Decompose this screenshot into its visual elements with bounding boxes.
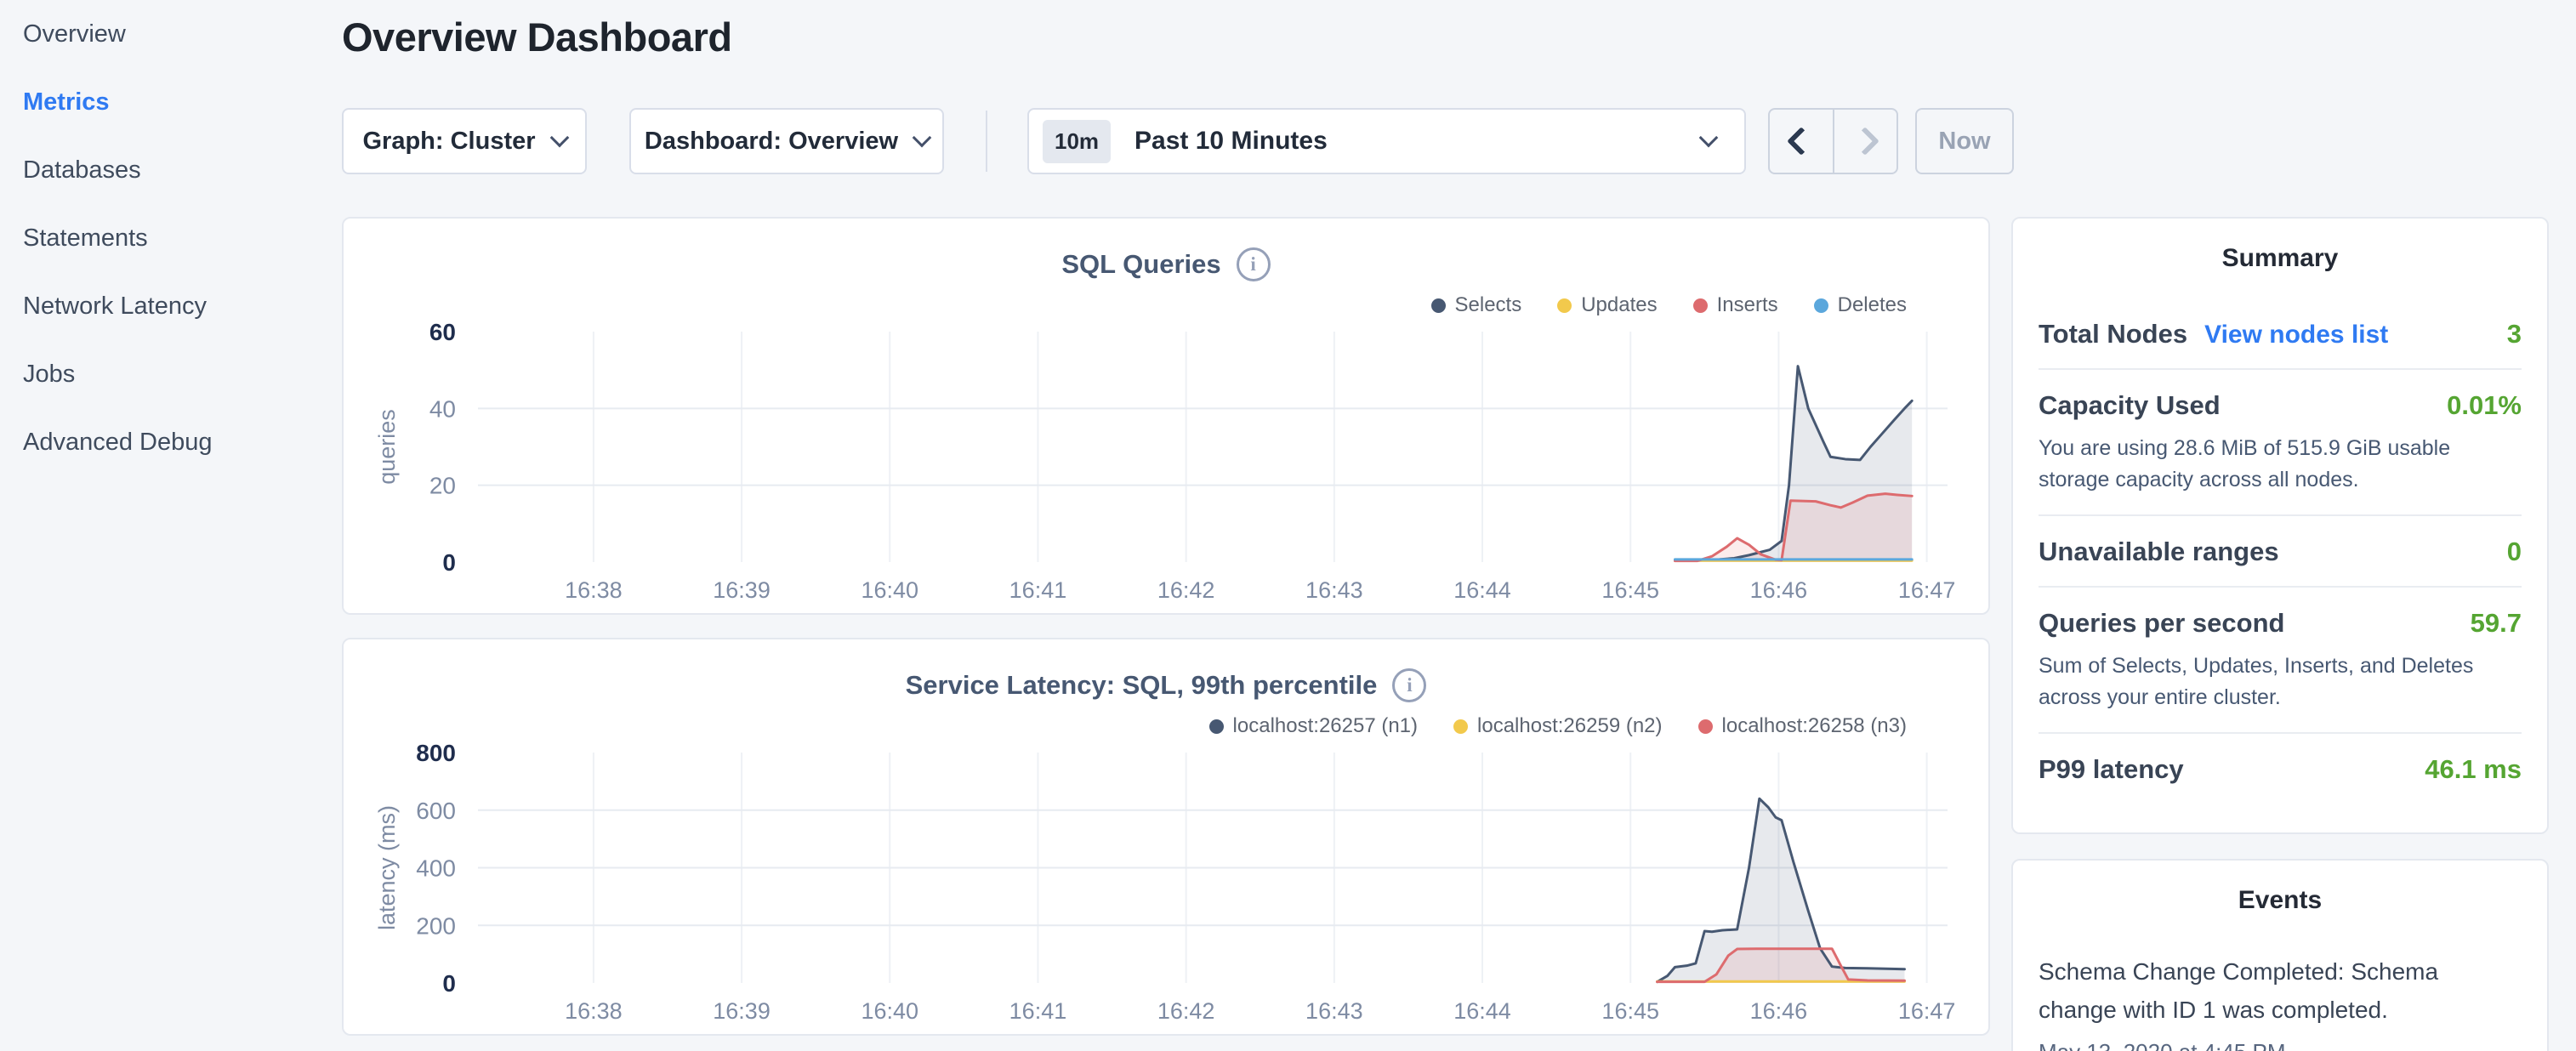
sidebar-item-jobs[interactable]: Jobs: [0, 340, 340, 408]
svg-text:200: 200: [416, 912, 456, 939]
sidebar-item-network-latency[interactable]: Network Latency: [0, 272, 340, 340]
summary-label: Unavailable ranges: [2039, 537, 2279, 567]
summary-value: 46.1 ms: [2425, 754, 2522, 785]
chart-plot[interactable]: 0 20 40 60 16:38 16:39 16:40 16:41 16:42 16:43 16:…: [344, 219, 1988, 613]
summary-title: Summary: [2039, 244, 2522, 273]
summary-value: 3: [2507, 319, 2522, 349]
svg-text:latency (ms): latency (ms): [374, 805, 400, 930]
next-range-button[interactable]: [1834, 110, 1897, 173]
dashboard-dropdown-label: Dashboard: Overview: [645, 128, 898, 156]
summary-label: Capacity Used: [2039, 390, 2221, 421]
svg-text:16:44: 16:44: [1453, 998, 1511, 1024]
svg-text:queries: queries: [374, 409, 400, 485]
summary-row-total-nodes: Total Nodes View nodes list 3: [2039, 298, 2522, 368]
summary-row-queries-per-second: Queries per second 59.7 Sum of Selects, …: [2039, 588, 2522, 732]
sidebar-item-metrics[interactable]: Metrics: [0, 68, 340, 136]
svg-text:800: 800: [416, 740, 456, 766]
svg-text:40: 40: [429, 395, 456, 422]
summary-label: Queries per second: [2039, 608, 2284, 639]
sidebar-item-statements[interactable]: Statements: [0, 204, 340, 272]
event-timestamp: May 13, 2020 at 4:45 PM: [2039, 1039, 2522, 1051]
svg-text:16:46: 16:46: [1750, 998, 1808, 1024]
service-latency-chart-panel: Service Latency: SQL, 99th percentile i …: [342, 638, 1990, 1036]
graph-dropdown[interactable]: Graph: Cluster: [342, 108, 587, 174]
svg-text:16:45: 16:45: [1601, 998, 1659, 1024]
events-panel: Events Schema Change Completed: Schema c…: [2011, 859, 2549, 1051]
svg-text:16:42: 16:42: [1157, 998, 1215, 1024]
chevron-down-icon: [1699, 128, 1719, 148]
svg-text:16:46: 16:46: [1750, 577, 1808, 603]
chevron-down-icon: [913, 128, 932, 148]
svg-text:0: 0: [442, 549, 456, 576]
svg-text:16:43: 16:43: [1305, 998, 1363, 1024]
chevron-right-icon: [1851, 127, 1879, 156]
svg-text:20: 20: [429, 473, 456, 499]
svg-text:16:38: 16:38: [565, 998, 623, 1024]
summary-description: Sum of Selects, Updates, Inserts, and De…: [2039, 650, 2522, 713]
previous-range-button[interactable]: [1770, 110, 1834, 173]
summary-value: 0: [2507, 537, 2522, 567]
summary-row-capacity-used: Capacity Used 0.01% You are using 28.6 M…: [2039, 370, 2522, 514]
sidebar-item-overview[interactable]: Overview: [0, 0, 340, 68]
summary-label: P99 latency: [2039, 754, 2184, 785]
summary-description: You are using 28.6 MiB of 515.9 GiB usab…: [2039, 433, 2522, 496]
svg-text:16:39: 16:39: [713, 998, 771, 1024]
time-step-buttons: [1768, 108, 1898, 174]
sql-queries-chart-panel: SQL Queries i SelectsUpdatesInsertsDelet…: [342, 217, 1990, 615]
chevron-down-icon: [549, 128, 569, 148]
controls-divider: [986, 111, 987, 172]
event-message[interactable]: Schema Change Completed: Schema change w…: [2039, 952, 2522, 1029]
sidebar: Overview Metrics Databases Statements Ne…: [0, 0, 340, 476]
events-title: Events: [2039, 886, 2522, 915]
time-range-badge: 10m: [1043, 120, 1111, 163]
graph-dropdown-label: Graph: Cluster: [362, 128, 535, 156]
svg-text:16:45: 16:45: [1601, 577, 1659, 603]
svg-text:600: 600: [416, 798, 456, 824]
summary-label: Total Nodes: [2039, 319, 2187, 349]
chevron-left-icon: [1787, 127, 1816, 156]
sidebar-item-databases[interactable]: Databases: [0, 136, 340, 204]
page-title: Overview Dashboard: [342, 14, 732, 60]
svg-text:0: 0: [442, 970, 456, 997]
svg-text:16:41: 16:41: [1009, 577, 1067, 603]
svg-text:16:44: 16:44: [1453, 577, 1511, 603]
svg-text:16:38: 16:38: [565, 577, 623, 603]
summary-value: 0.01%: [2447, 390, 2522, 421]
now-button[interactable]: Now: [1915, 108, 2014, 174]
svg-text:16:41: 16:41: [1009, 998, 1067, 1024]
svg-text:60: 60: [429, 319, 456, 345]
chart-plot[interactable]: 0 200 400 600 800 16:38 16:39 16:40 16:41 16:42 16…: [344, 639, 1988, 1034]
view-nodes-list-link[interactable]: View nodes list: [2204, 321, 2388, 349]
svg-text:400: 400: [416, 855, 456, 882]
db-console-app: Overview Metrics Databases Statements Ne…: [0, 0, 2576, 1051]
svg-text:16:47: 16:47: [1898, 577, 1956, 603]
svg-text:16:40: 16:40: [861, 577, 918, 603]
summary-row-unavailable-ranges: Unavailable ranges 0: [2039, 516, 2522, 586]
time-range-label: Past 10 Minutes: [1134, 127, 1328, 156]
summary-panel: Summary Total Nodes View nodes list 3 Ca…: [2011, 217, 2549, 834]
summary-value: 59.7: [2471, 608, 2522, 639]
time-range-selector[interactable]: 10m Past 10 Minutes: [1027, 108, 1746, 174]
sidebar-item-advanced-debug[interactable]: Advanced Debug: [0, 408, 340, 476]
summary-row-p99-latency: P99 latency 46.1 ms: [2039, 734, 2522, 804]
svg-text:16:42: 16:42: [1157, 577, 1215, 603]
dashboard-dropdown[interactable]: Dashboard: Overview: [629, 108, 944, 174]
svg-text:16:43: 16:43: [1305, 577, 1363, 603]
svg-text:16:47: 16:47: [1898, 998, 1956, 1024]
svg-text:16:39: 16:39: [713, 577, 771, 603]
svg-text:16:40: 16:40: [861, 998, 918, 1024]
